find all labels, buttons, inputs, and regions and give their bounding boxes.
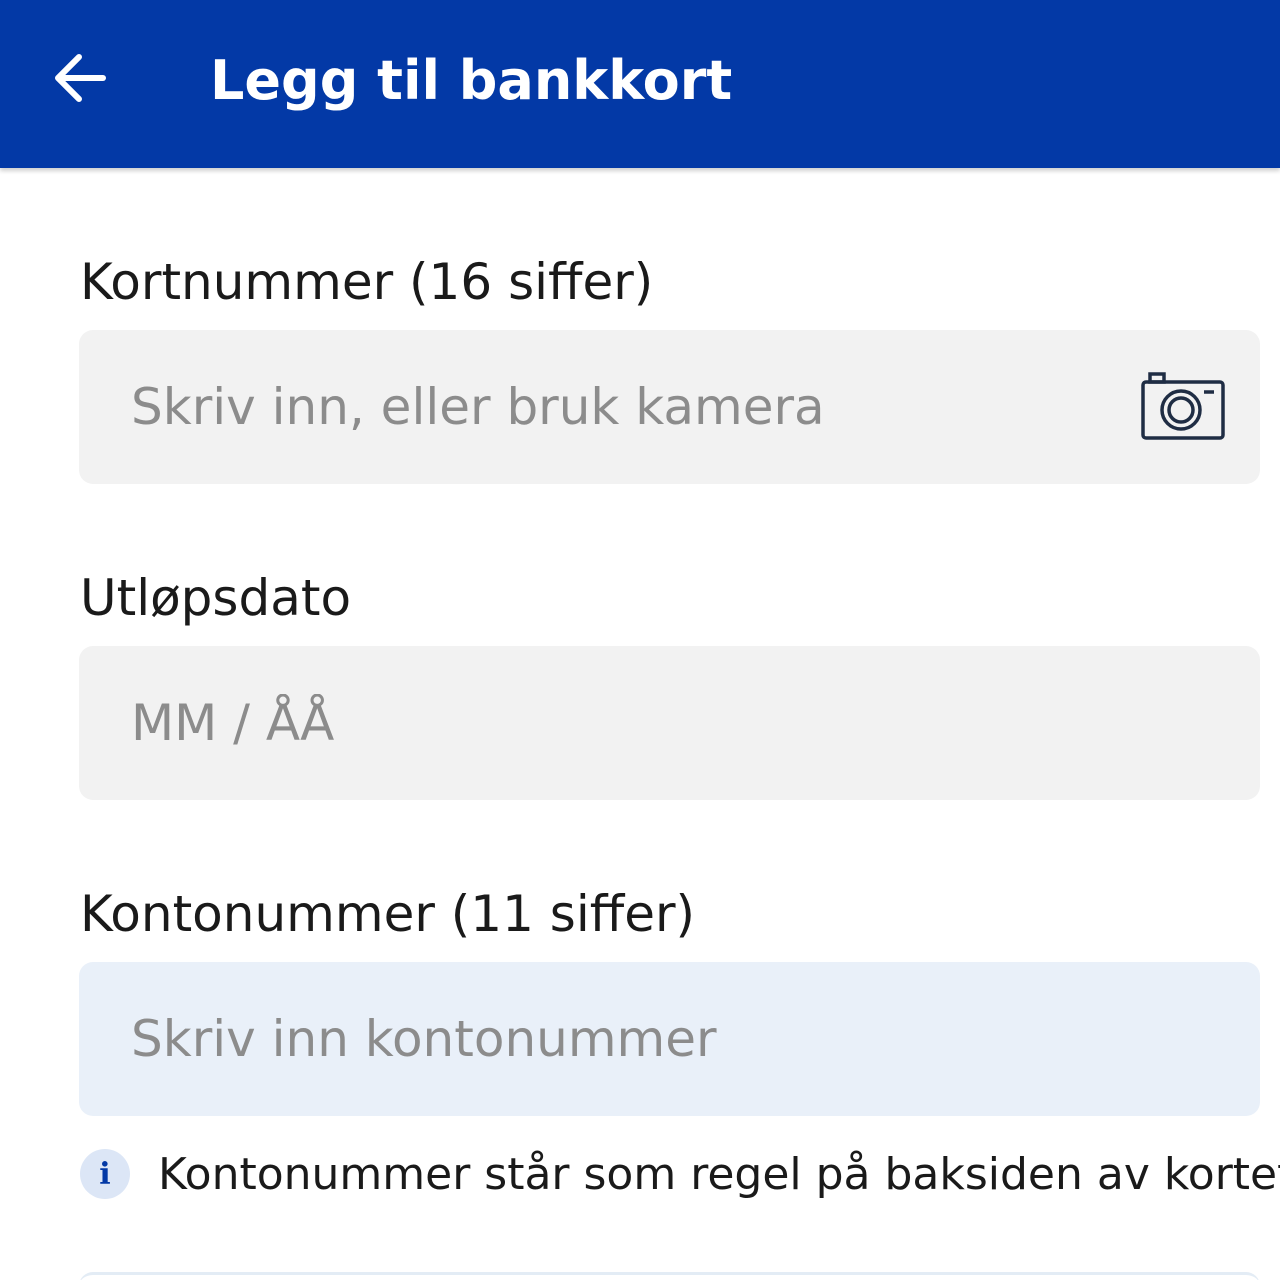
card-number-field-container [79, 330, 1260, 484]
next-section-edge [79, 1272, 1260, 1280]
back-button[interactable] [38, 38, 122, 122]
account-number-field-container [79, 962, 1260, 1116]
scan-card-button[interactable] [1140, 370, 1226, 442]
account-number-label: Kontonummer (11 siffer) [80, 885, 696, 943]
account-number-input[interactable] [131, 962, 1131, 1116]
account-number-hint: i Kontonummer står som regel på baksiden… [80, 1144, 1280, 1204]
page-title: Legg til bankkort [210, 49, 733, 112]
arrow-left-icon [51, 49, 109, 111]
info-icon: i [80, 1149, 130, 1199]
card-number-label: Kortnummer (16 siffer) [80, 253, 654, 311]
hint-text: Kontonummer står som regel på baksiden a… [158, 1148, 1280, 1200]
camera-icon [1140, 372, 1226, 446]
expiry-date-input[interactable] [131, 646, 1131, 800]
card-number-input[interactable] [131, 330, 1131, 484]
expiry-date-label: Utløpsdato [80, 569, 352, 627]
add-bank-card-screen: Legg til bankkort Kortnummer (16 siffer)… [0, 0, 1280, 1280]
expiry-date-field-container [79, 646, 1260, 800]
app-bar: Legg til bankkort [0, 0, 1280, 168]
